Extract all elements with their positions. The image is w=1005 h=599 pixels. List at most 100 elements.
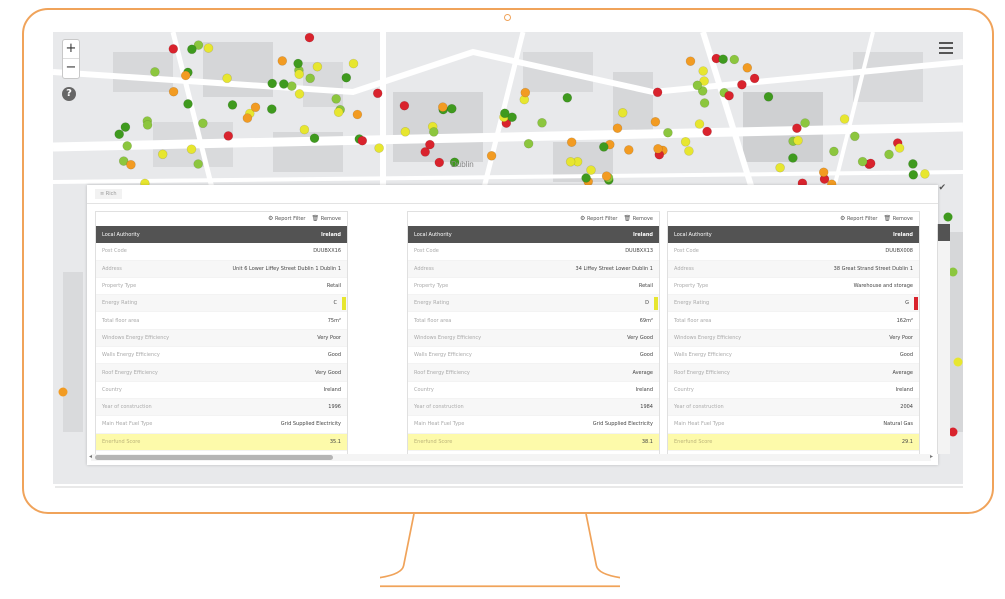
property-marker[interactable] [428, 127, 439, 137]
property-marker[interactable] [374, 143, 384, 153]
property-marker[interactable] [222, 73, 232, 84]
property-marker[interactable] [168, 44, 179, 54]
property-marker[interactable] [309, 133, 320, 143]
property-marker[interactable] [650, 117, 661, 127]
property-marker[interactable] [294, 89, 305, 99]
property-marker[interactable] [399, 100, 410, 111]
property-marker[interactable] [894, 143, 905, 153]
property-marker[interactable] [486, 151, 497, 161]
property-marker[interactable] [737, 79, 747, 90]
property-marker[interactable] [58, 387, 68, 397]
property-marker[interactable] [742, 62, 753, 73]
property-marker[interactable] [277, 56, 288, 66]
property-marker[interactable] [250, 102, 261, 113]
property-marker[interactable] [562, 93, 573, 103]
property-marker[interactable] [180, 70, 191, 81]
scroll-right-icon[interactable]: ▸ [930, 453, 933, 460]
property-marker[interactable] [718, 54, 728, 65]
property-marker[interactable] [724, 90, 734, 101]
chevron-icon[interactable]: ✔ [938, 183, 946, 193]
property-marker[interactable] [183, 99, 193, 109]
property-marker[interactable] [294, 69, 304, 80]
remove-button[interactable]: 🗑 Remove [883, 215, 913, 222]
property-marker[interactable] [581, 173, 591, 183]
property-marker[interactable] [729, 54, 740, 65]
property-marker[interactable] [623, 145, 634, 155]
report-filter-button[interactable]: ⚙ Report Filter [840, 215, 878, 222]
property-marker[interactable] [400, 127, 411, 137]
property-marker[interactable] [267, 78, 277, 89]
property-marker[interactable] [698, 66, 709, 76]
property-marker[interactable] [749, 73, 760, 84]
property-marker[interactable] [223, 131, 234, 141]
property-marker[interactable] [537, 118, 547, 128]
property-marker[interactable] [348, 58, 359, 69]
question-circle-icon[interactable]: ? [62, 87, 76, 101]
property-marker[interactable] [908, 159, 918, 169]
panel-tab[interactable]: ≡ Rich [95, 189, 122, 199]
property-marker[interactable] [150, 67, 160, 77]
property-marker[interactable] [267, 104, 277, 114]
property-marker[interactable] [142, 120, 153, 130]
property-marker[interactable] [299, 124, 310, 135]
property-marker[interactable] [685, 56, 696, 67]
property-marker[interactable] [788, 153, 798, 163]
property-marker[interactable] [120, 122, 131, 132]
property-marker[interactable] [680, 137, 691, 147]
property-marker[interactable] [598, 142, 609, 152]
zoom-in-button[interactable]: + [63, 40, 79, 58]
property-marker[interactable] [849, 131, 860, 142]
property-marker[interactable] [352, 109, 363, 120]
property-marker[interactable] [293, 58, 303, 69]
property-marker[interactable] [612, 123, 623, 133]
property-marker[interactable] [227, 100, 238, 110]
property-marker[interactable] [663, 127, 673, 138]
property-marker[interactable] [126, 159, 136, 170]
property-marker[interactable] [694, 119, 705, 129]
property-marker[interactable] [800, 118, 810, 128]
property-marker[interactable] [884, 149, 894, 160]
property-marker[interactable] [198, 118, 208, 129]
property-marker[interactable] [193, 159, 203, 169]
property-marker[interactable] [943, 212, 953, 222]
property-marker[interactable] [702, 126, 712, 137]
property-marker[interactable] [114, 129, 124, 139]
property-marker[interactable] [434, 157, 445, 168]
property-marker[interactable] [186, 144, 197, 154]
remove-button[interactable]: 🗑 Remove [311, 215, 341, 222]
property-marker[interactable] [304, 32, 315, 43]
property-marker[interactable] [953, 357, 963, 367]
hamburger-icon[interactable] [939, 42, 953, 54]
property-marker[interactable] [775, 162, 785, 173]
property-marker[interactable] [617, 108, 628, 118]
property-marker[interactable] [586, 165, 596, 175]
property-marker[interactable] [341, 72, 352, 83]
property-marker[interactable] [520, 87, 531, 98]
property-marker[interactable] [333, 107, 344, 117]
property-marker[interactable] [566, 137, 577, 147]
property-marker[interactable] [312, 61, 323, 72]
property-marker[interactable] [122, 141, 132, 151]
property-marker[interactable] [653, 144, 663, 154]
property-marker[interactable] [684, 146, 694, 156]
property-marker[interactable] [699, 98, 710, 108]
remove-button[interactable]: 🗑 Remove [623, 215, 653, 222]
property-marker[interactable] [523, 138, 534, 149]
property-marker[interactable] [372, 88, 383, 99]
property-marker[interactable] [203, 43, 214, 53]
property-marker[interactable] [168, 86, 179, 97]
property-marker[interactable] [437, 102, 448, 112]
property-marker[interactable] [499, 108, 510, 119]
property-marker[interactable] [857, 156, 868, 167]
horizontal-scrollbar[interactable]: ◂ ▸ [89, 453, 933, 461]
property-marker[interactable] [865, 158, 876, 169]
property-marker[interactable] [920, 169, 930, 179]
property-marker[interactable] [242, 113, 253, 123]
property-marker[interactable] [279, 79, 289, 89]
property-marker[interactable] [793, 135, 803, 146]
property-marker[interactable] [692, 80, 703, 91]
scroll-left-icon[interactable]: ◂ [89, 453, 92, 460]
property-marker[interactable] [446, 103, 457, 114]
property-marker[interactable] [157, 149, 168, 160]
property-marker[interactable] [652, 87, 663, 98]
